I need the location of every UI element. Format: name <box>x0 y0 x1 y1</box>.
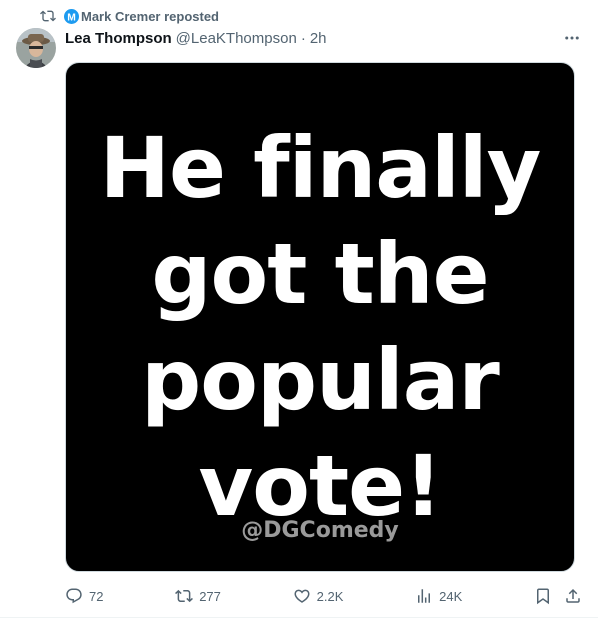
account-badge-icon: M <box>64 8 79 24</box>
share-button[interactable] <box>564 583 582 609</box>
separator-dot: · <box>300 29 306 47</box>
repost-count: 277 <box>199 588 221 604</box>
reply-button[interactable]: 72 <box>65 583 103 609</box>
more-options-button[interactable] <box>562 28 582 48</box>
like-button[interactable]: 2.2K <box>293 583 344 609</box>
author-handle[interactable]: @LeaKThompson <box>176 30 297 47</box>
repost-button[interactable]: 277 <box>175 583 221 609</box>
action-group-right <box>534 583 582 609</box>
views-button[interactable]: 24K <box>415 583 462 609</box>
view-count: 24K <box>439 588 463 604</box>
avatar[interactable] <box>16 28 56 68</box>
image-watermark: @DGComedy <box>241 518 399 543</box>
heart-icon <box>294 589 310 603</box>
repost-text[interactable]: Mark Cremer reposted <box>81 9 219 24</box>
action-bar: 72 277 2.2K 24K <box>65 583 582 609</box>
share-icon <box>566 588 580 603</box>
analytics-icon <box>418 589 431 603</box>
reply-icon <box>66 588 82 604</box>
avatar-image <box>16 28 56 68</box>
repost-icon <box>40 10 56 22</box>
like-count: 2.2K <box>316 588 344 604</box>
author-name[interactable]: Lea Thompson <box>65 30 172 47</box>
reply-count: 72 <box>89 588 104 604</box>
timestamp[interactable]: 2h <box>310 30 327 47</box>
tweet-image[interactable]: He finally got the popular vote! @DGCome… <box>65 62 575 572</box>
tweet-header: Lea Thompson @LeaKThompson · 2h <box>65 28 582 48</box>
image-text: He finally got the popular vote! <box>66 115 574 539</box>
bookmark-icon <box>537 588 549 605</box>
more-icon <box>565 36 579 40</box>
svg-text:M: M <box>67 12 76 23</box>
image-text-line: popular <box>141 331 500 429</box>
repost-indicator: M Mark Cremer reposted <box>40 7 219 25</box>
image-text-line: He finally <box>99 119 542 217</box>
tweet[interactable]: M Mark Cremer reposted Lea Thompson @Lea… <box>0 0 598 618</box>
repost-icon <box>175 589 194 603</box>
image-text-line: got the <box>151 225 489 323</box>
bookmark-button[interactable] <box>534 583 552 609</box>
